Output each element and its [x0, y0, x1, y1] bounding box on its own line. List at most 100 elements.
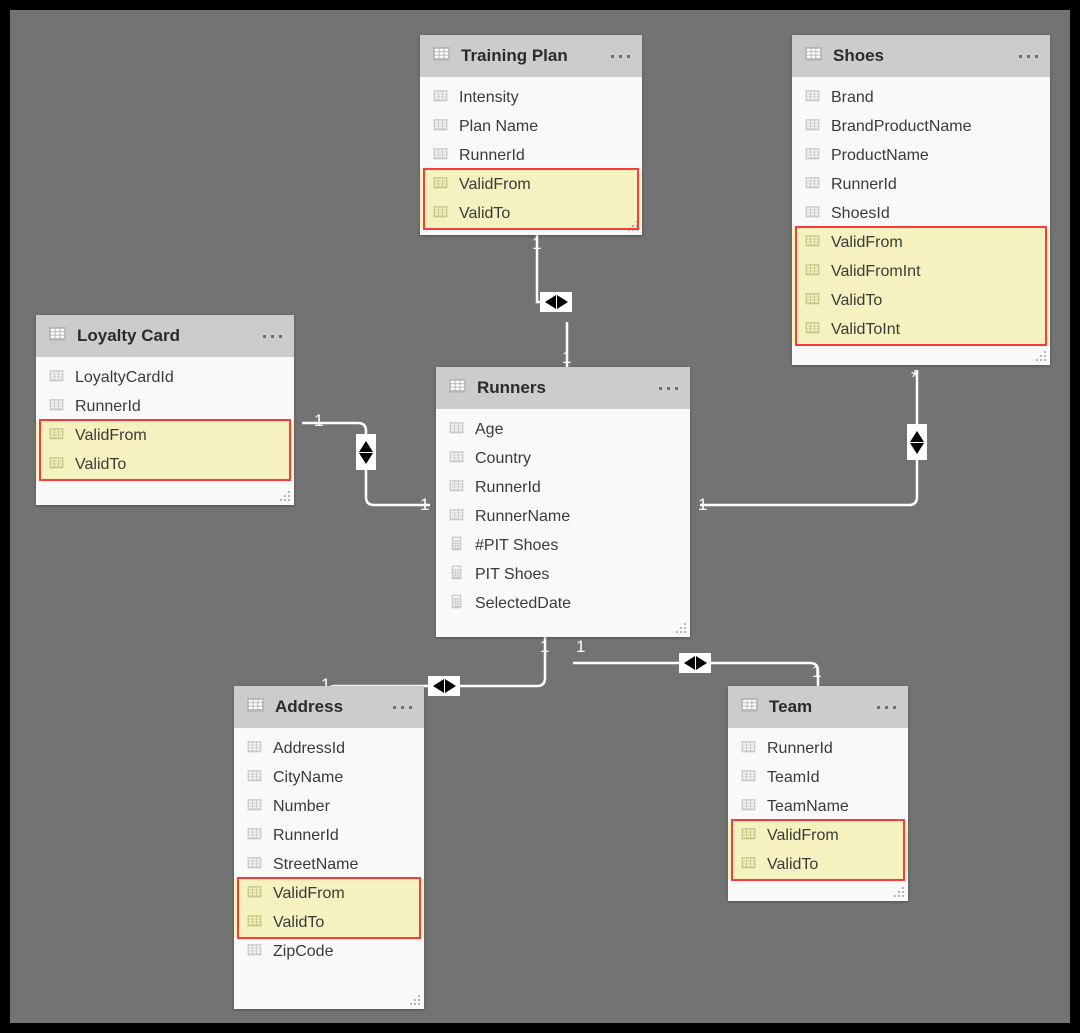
table-field-row[interactable]: Country	[436, 444, 690, 473]
table-field-label: CityName	[273, 768, 344, 786]
table-card-address[interactable]: Address AddressId CityName Number RunnerId S…	[234, 686, 424, 1009]
cardinality-runners-bottom-right-end: 1	[576, 637, 586, 656]
table-card-team[interactable]: Team RunnerId TeamId TeamName ValidFrom Vali…	[728, 686, 908, 901]
table-field-row[interactable]: Brand	[792, 83, 1050, 112]
table-field-row[interactable]: CityName	[234, 763, 424, 792]
relationship-arrow-runners-address[interactable]	[428, 676, 460, 696]
table-header-runners[interactable]: Runners	[436, 367, 690, 409]
table-menu-button[interactable]	[1013, 54, 1038, 58]
table-field-row[interactable]: BrandProductName	[792, 112, 1050, 141]
table-field-row[interactable]: ValidTo	[234, 908, 424, 937]
table-card-loyalty-card[interactable]: Loyalty Card LoyaltyCardId RunnerId ValidF…	[36, 315, 294, 505]
table-field-row[interactable]: ValidToInt	[792, 315, 1050, 344]
resize-grip-icon[interactable]	[280, 491, 291, 502]
table-field-row[interactable]: ValidTo	[792, 286, 1050, 315]
table-field-row[interactable]: ValidFrom	[420, 170, 642, 199]
table-field-label: #PIT Shoes	[475, 536, 559, 554]
table-card-runners[interactable]: Runners Age Country RunnerId RunnerName #PIT…	[436, 367, 690, 637]
table-field-label: ValidTo	[767, 855, 819, 873]
resize-grip-icon[interactable]	[676, 623, 687, 634]
column-icon	[740, 767, 757, 789]
table-field-row[interactable]: SelectedDate	[436, 589, 690, 618]
table-field-row[interactable]: Intensity	[420, 83, 642, 112]
table-field-row[interactable]: AddressId	[234, 734, 424, 763]
table-header-training-plan[interactable]: Training Plan	[420, 35, 642, 77]
table-icon	[804, 44, 823, 68]
table-field-row[interactable]: ValidFrom	[36, 421, 294, 450]
table-field-row[interactable]: PIT Shoes	[436, 560, 690, 589]
table-menu-button[interactable]	[653, 386, 678, 390]
table-field-row[interactable]: StreetName	[234, 850, 424, 879]
table-field-row[interactable]: RunnerId	[436, 473, 690, 502]
table-header-loyalty-card[interactable]: Loyalty Card	[36, 315, 294, 357]
table-field-row[interactable]: LoyaltyCardId	[36, 363, 294, 392]
table-card-shoes[interactable]: Shoes Brand BrandProductName ProductName Ru…	[792, 35, 1050, 365]
table-title: Loyalty Card	[77, 326, 180, 345]
resize-grip-icon[interactable]	[894, 887, 905, 898]
relationship-line-loyalty-card-runners	[302, 421, 368, 434]
table-field-label: RunnerId	[831, 175, 897, 193]
arrow-right-icon	[444, 679, 456, 693]
table-header-team[interactable]: Team	[728, 686, 908, 728]
relationship-arrow-runners-team[interactable]	[679, 653, 711, 673]
table-fields-team: RunnerId TeamId TeamName ValidFrom ValidTo	[728, 728, 908, 881]
table-field-row[interactable]: #PIT Shoes	[436, 531, 690, 560]
table-field-row[interactable]: Age	[436, 415, 690, 444]
relationship-arrow-shoes-runners[interactable]	[907, 424, 927, 460]
table-menu-button[interactable]	[387, 705, 412, 709]
table-field-row[interactable]: TeamName	[728, 792, 908, 821]
relationship-arrow-loyalty-card-runners[interactable]	[356, 434, 376, 470]
table-menu-button[interactable]	[257, 334, 282, 338]
table-field-row[interactable]: Number	[234, 792, 424, 821]
resize-grip-icon[interactable]	[1036, 351, 1047, 362]
table-field-row[interactable]: ValidFrom	[234, 879, 424, 908]
table-menu-button[interactable]	[605, 54, 630, 58]
column-icon	[740, 825, 757, 847]
table-field-label: Country	[475, 449, 532, 467]
column-icon	[804, 232, 821, 254]
cardinality-runners-right-end: 1	[698, 495, 708, 514]
column-icon	[432, 116, 449, 138]
relationship-arrow-training-plan-runners[interactable]	[540, 292, 572, 312]
table-field-row[interactable]: RunnerId	[234, 821, 424, 850]
table-field-row[interactable]: ProductName	[792, 141, 1050, 170]
table-card-training-plan[interactable]: Training Plan Intensity Plan Name RunnerId…	[420, 35, 642, 235]
table-field-label: ZipCode	[273, 942, 334, 960]
column-icon	[48, 425, 65, 447]
column-icon	[804, 290, 821, 312]
resize-grip-icon[interactable]	[410, 995, 421, 1006]
table-field-row[interactable]: ValidTo	[420, 199, 642, 228]
table-fields-shoes: Brand BrandProductName ProductName RunnerId…	[792, 77, 1050, 346]
column-icon	[246, 738, 263, 760]
table-field-label: ValidTo	[273, 913, 325, 931]
table-header-shoes[interactable]: Shoes	[792, 35, 1050, 77]
table-header-address[interactable]: Address	[234, 686, 424, 728]
table-field-row[interactable]: ValidFromInt	[792, 257, 1050, 286]
table-field-row[interactable]: Plan Name	[420, 112, 642, 141]
table-field-row[interactable]: ShoesId	[792, 199, 1050, 228]
table-field-row[interactable]: ZipCode	[234, 937, 424, 966]
table-field-row[interactable]: RunnerName	[436, 502, 690, 531]
table-field-row[interactable]: RunnerId	[792, 170, 1050, 199]
table-field-row[interactable]: ValidTo	[36, 450, 294, 479]
table-field-row[interactable]: TeamId	[728, 763, 908, 792]
column-icon	[246, 941, 263, 963]
arrow-down-icon	[910, 442, 924, 454]
table-field-row[interactable]: ValidFrom	[728, 821, 908, 850]
table-field-row[interactable]: RunnerId	[420, 141, 642, 170]
model-diagram-canvas[interactable]: 1 1 1 1 * 1 1 1 1 1 Training Plan Intens…	[10, 10, 1070, 1023]
table-field-row[interactable]: RunnerId	[36, 392, 294, 421]
arrow-right-icon	[695, 656, 707, 670]
table-field-row[interactable]: RunnerId	[728, 734, 908, 763]
table-field-label: ValidFrom	[273, 884, 345, 902]
column-icon	[804, 174, 821, 196]
column-icon	[246, 767, 263, 789]
column-icon	[246, 912, 263, 934]
arrow-up-icon	[359, 440, 373, 452]
table-field-row[interactable]: ValidTo	[728, 850, 908, 879]
table-field-row[interactable]: ValidFrom	[792, 228, 1050, 257]
resize-grip-icon[interactable]	[628, 221, 639, 232]
arrow-left-icon	[683, 656, 695, 670]
table-menu-button[interactable]	[871, 705, 896, 709]
column-icon	[804, 87, 821, 109]
